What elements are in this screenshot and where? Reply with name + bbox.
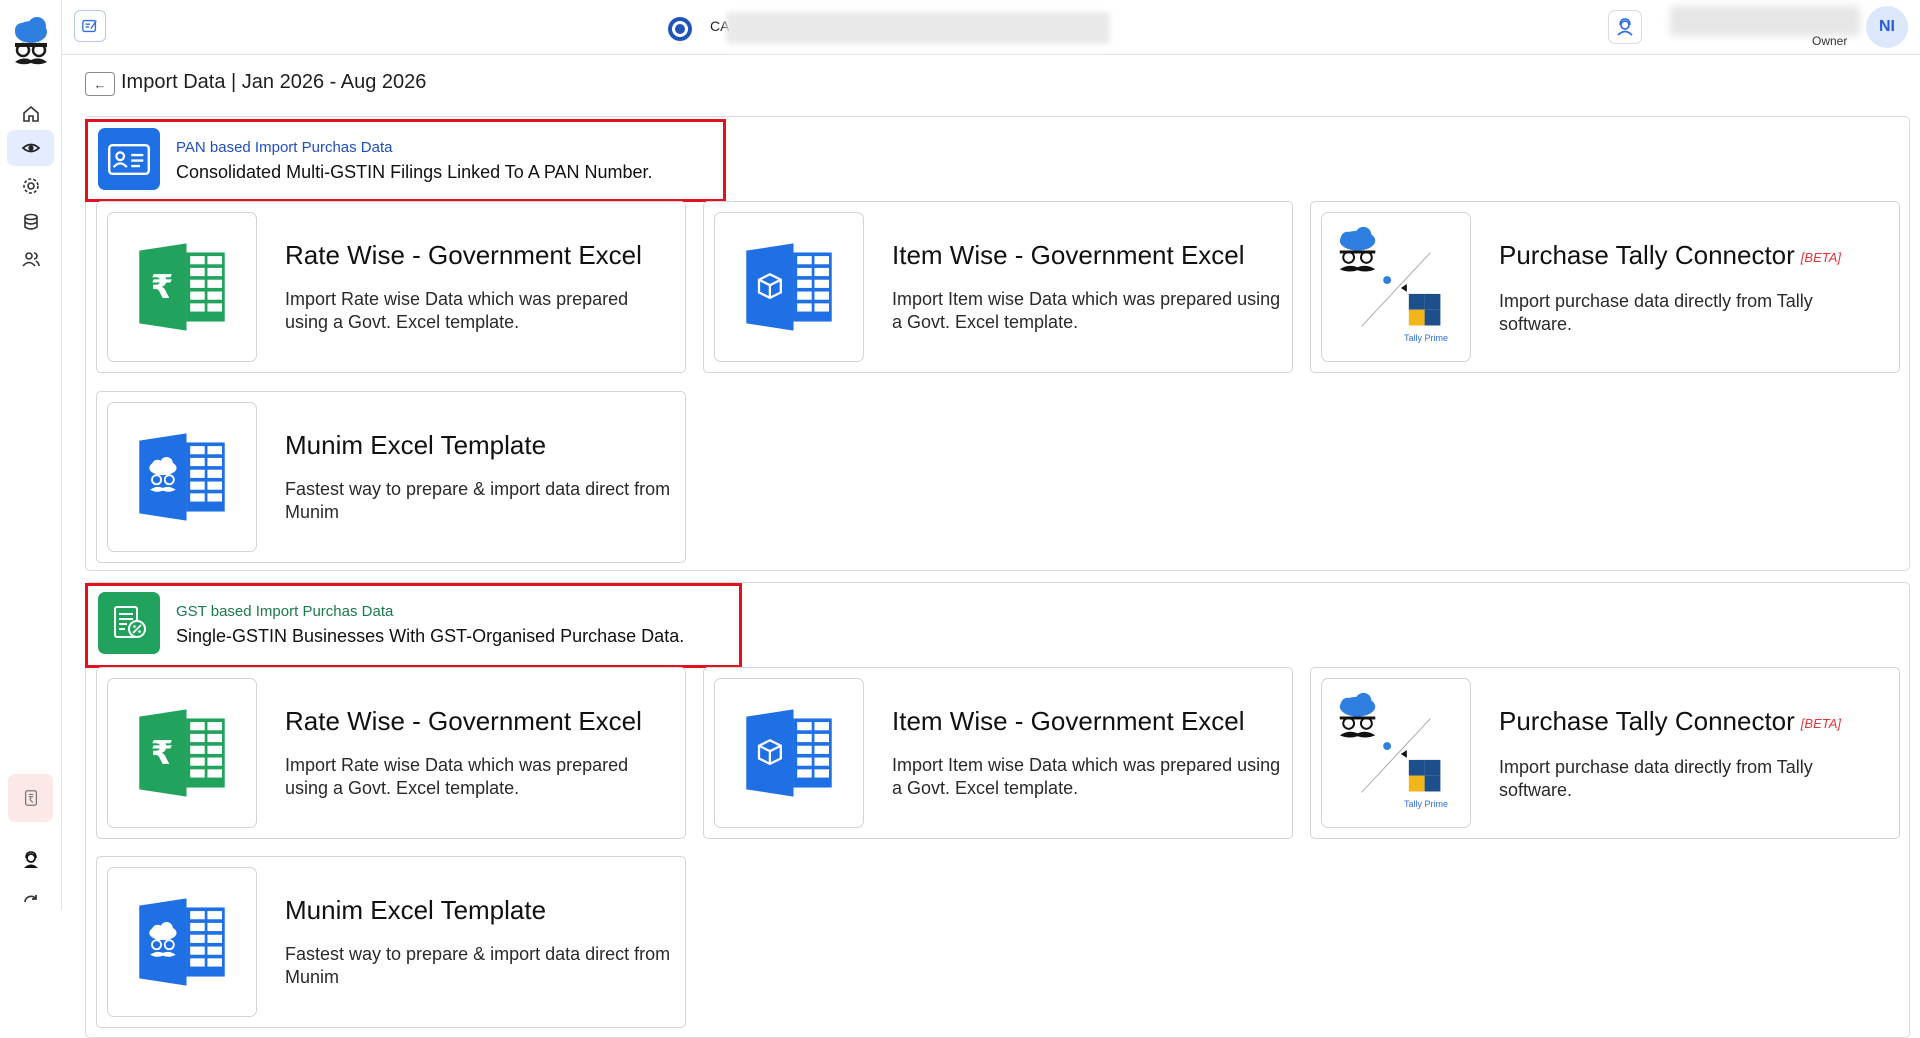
sidebar: [0, 0, 62, 910]
card-description: Import Item wise Data which was prepared…: [892, 755, 1281, 798]
card-title-text: Munim Excel Template: [285, 895, 547, 925]
card-title: Munim Excel Template: [285, 430, 546, 461]
gear-icon: [22, 178, 39, 194]
section-description: Consolidated Multi-GSTIN Filings Linked …: [176, 162, 653, 182]
card-title: Rate Wise - Government Excel: [285, 706, 642, 737]
sidebar-item-settings[interactable]: [7, 168, 54, 204]
card-description: Fastest way to prepare & import data dir…: [285, 479, 671, 522]
card-title-text: Purchase Tally Connector: [1499, 706, 1795, 736]
gst-document-icon: [98, 592, 160, 654]
tally-connector-icon: Tally Prime: [1321, 212, 1471, 362]
svg-text:₹: ₹: [151, 734, 174, 772]
refresh-icon: [23, 895, 37, 903]
card-description: Import Rate wise Data which was prepared…: [285, 289, 629, 332]
sidebar-item-support[interactable]: [7, 842, 54, 878]
card-title-text: Purchase Tally Connector: [1499, 240, 1795, 270]
section-header: GST based Import Purchas Data Single-GST…: [85, 583, 742, 668]
munim-excel-icon: [107, 867, 257, 1017]
card-title: Item Wise - Government Excel: [892, 240, 1245, 271]
munim-logo-icon[interactable]: [9, 16, 53, 70]
card-munim-excel-template[interactable]: Munim Excel Template Fastest way to prep…: [96, 856, 686, 1028]
card-description: Fastest way to prepare & import data dir…: [285, 944, 671, 987]
excel-box-icon: [714, 212, 864, 362]
card-description: Import purchase data directly from Tally…: [1499, 757, 1813, 800]
sidebar-item-view[interactable]: [7, 130, 54, 166]
page-title: Import Data | Jan 2026 - Aug 2026: [121, 71, 427, 93]
tally-connector-icon: Tally Prime: [1321, 678, 1471, 828]
card-title: Purchase Tally Connector [BETA]: [1499, 240, 1841, 271]
munim-excel-icon: [107, 402, 257, 552]
card-title: Rate Wise - Government Excel: [285, 240, 642, 271]
support-button[interactable]: [1608, 10, 1642, 44]
users-icon: [21, 252, 40, 267]
user-name-redacted: [1670, 6, 1860, 36]
tally-prime-caption: Tally Prime: [1404, 799, 1449, 809]
beta-badge: [BETA]: [1800, 249, 1842, 265]
section-pan-import: PAN based Import Purchas Data Consolidat…: [85, 116, 1910, 571]
card-description: Import Rate wise Data which was prepared…: [285, 755, 629, 798]
card-title: Item Wise - Government Excel: [892, 706, 1245, 737]
quick-entry-button[interactable]: [74, 10, 106, 42]
sidebar-item-database[interactable]: [7, 204, 54, 240]
section-description: Single-GSTIN Businesses With GST-Organis…: [176, 626, 685, 646]
card-rate-wise-excel[interactable]: ₹ Rate Wise - Government Excel Import Ra…: [96, 667, 686, 839]
excel-rupee-icon: ₹: [107, 678, 257, 828]
excel-box-icon: [714, 678, 864, 828]
section-title: GST based Import Purchas Data: [176, 603, 394, 620]
id-card-icon: [98, 128, 160, 190]
avatar[interactable]: NI: [1866, 6, 1908, 48]
database-icon: [23, 213, 38, 230]
card-tally-connector[interactable]: Tally Prime Purchase Tally Connector [BET…: [1310, 201, 1900, 373]
excel-rupee-icon: ₹: [107, 212, 257, 362]
card-title-text: Rate Wise - Government Excel: [285, 240, 642, 270]
home-icon: [22, 105, 39, 122]
card-item-wise-excel[interactable]: Item Wise - Government Excel Import Item…: [703, 201, 1293, 373]
tally-prime-caption: Tally Prime: [1404, 333, 1449, 343]
sidebar-item-refresh[interactable]: [7, 892, 54, 914]
edit-note-icon: [82, 19, 97, 33]
card-item-wise-excel[interactable]: Item Wise - Government Excel Import Item…: [703, 667, 1293, 839]
sidebar-item-users[interactable]: [7, 241, 54, 277]
card-title: Munim Excel Template: [285, 895, 546, 926]
card-description: Import purchase data directly from Tally…: [1499, 291, 1813, 334]
card-tally-connector[interactable]: Tally Prime Purchase Tally Connector [BET…: [1310, 667, 1900, 839]
user-role: Owner: [1812, 34, 1848, 48]
card-munim-excel-template[interactable]: Munim Excel Template Fastest way to prep…: [96, 391, 686, 563]
sidebar-item-home[interactable]: [7, 96, 54, 132]
section-title: PAN based Import Purchas Data: [176, 139, 393, 156]
svg-text:₹: ₹: [151, 268, 174, 306]
beta-badge: [BETA]: [1800, 715, 1842, 731]
section-gst-import: GST based Import Purchas Data Single-GST…: [85, 582, 1910, 1038]
back-button[interactable]: ←: [85, 72, 115, 96]
card-rate-wise-excel[interactable]: ₹ Rate Wise - Government Excel Import Ra…: [96, 201, 686, 373]
card-description: Import Item wise Data which was prepared…: [892, 289, 1281, 332]
support-agent-icon: [1617, 18, 1633, 36]
card-title: Purchase Tally Connector [BETA]: [1499, 706, 1841, 737]
top-header: CA Owner NI: [62, 0, 1920, 55]
card-title-text: Rate Wise - Government Excel: [285, 706, 642, 736]
gst-logo-icon: [667, 16, 693, 42]
support-agent-icon: [23, 851, 38, 868]
sidebar-item-payment[interactable]: [8, 774, 53, 822]
rupee-receipt-icon: [24, 790, 37, 806]
card-title-text: Munim Excel Template: [285, 430, 547, 460]
card-title-text: Item Wise - Government Excel: [892, 240, 1245, 270]
card-title-text: Item Wise - Government Excel: [892, 706, 1245, 736]
eye-icon: [21, 143, 40, 153]
company-name-redacted: [726, 12, 1110, 44]
section-header: PAN based Import Purchas Data Consolidat…: [85, 119, 726, 202]
